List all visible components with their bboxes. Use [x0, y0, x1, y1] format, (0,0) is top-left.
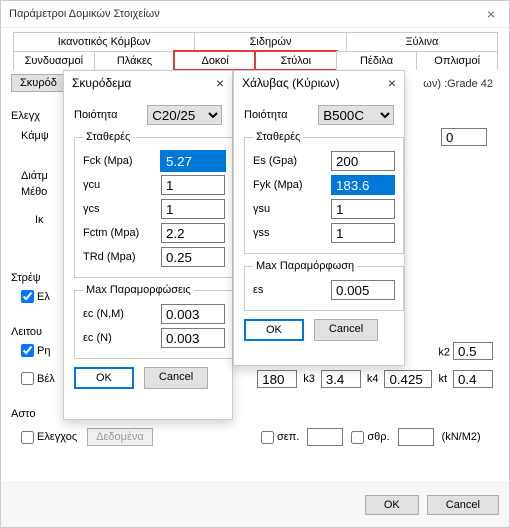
p1-fctm-label: Fctm (Mpa): [83, 227, 153, 239]
bg-elegx: Ελεγχ: [11, 110, 40, 122]
p1-ycu-label: γcu: [83, 179, 153, 191]
bg-k2-input[interactable]: [453, 342, 493, 360]
panel2-close-icon[interactable]: ×: [388, 75, 396, 91]
footer-cancel-button[interactable]: Cancel: [427, 495, 499, 515]
bg-sthr-check[interactable]: σθρ.: [351, 431, 389, 444]
panel2-title: Χάλυβας (Κύριων): [242, 76, 340, 90]
bg-k3-input[interactable]: [321, 370, 361, 388]
dialog-footer: OK Cancel: [1, 482, 509, 527]
tab-xylina[interactable]: Ξύλινα: [346, 32, 498, 51]
bg-kt-input[interactable]: [453, 370, 493, 388]
p2-constants-group: Σταθερές Es (Gpa) Fyk (Mpa) γsu γss: [244, 131, 404, 254]
p2-eps-input[interactable]: [331, 280, 395, 300]
p1-trd-input[interactable]: [161, 247, 225, 267]
bg-kt-label: kt: [438, 373, 447, 385]
p2-yss-label: γss: [253, 227, 323, 239]
tab-ikanotikos[interactable]: Ικανοτικός Κόμβων: [13, 32, 195, 51]
p1-ycs-label: γcs: [83, 203, 153, 215]
p2-es-label: Es (Gpa): [253, 155, 323, 167]
p1-ycu-input[interactable]: [161, 175, 225, 195]
tab-syndyasmoi[interactable]: Συνδυασμοί: [13, 51, 95, 70]
p2-ysu-input[interactable]: [331, 199, 395, 219]
p1-ok-button[interactable]: OK: [74, 367, 134, 389]
panel1-close-icon[interactable]: ×: [216, 75, 224, 91]
panel-xalyvas: Χάλυβας (Κύριων) × Ποιότητα B500C Σταθερ…: [233, 70, 405, 366]
content-area: Σκυρόδ ων) :Grade 42 Ελεγχ Κάμψ Διάτμ Μέ…: [1, 70, 509, 476]
bg-k4-label: k4: [367, 373, 379, 385]
p2-yss-input[interactable]: [331, 223, 395, 243]
bg-metho: Μέθο: [21, 186, 47, 198]
p2-quality-select[interactable]: B500C: [318, 105, 394, 125]
p1-quality-label: Ποιότητα: [74, 109, 139, 121]
panel-skyrodema: Σκυρόδεμα × Ποιότητα C20/25 Σταθερές Fck…: [63, 70, 233, 420]
p2-ysu-label: γsu: [253, 203, 323, 215]
bg-grade-label: ων) :Grade 42: [423, 78, 493, 90]
bg-k2-label: k2: [438, 347, 450, 359]
p1-ecnm-input[interactable]: [161, 304, 225, 324]
p1-fctm-input[interactable]: [161, 223, 225, 243]
p1-maxdef-legend: Max Παραμορφώσεις: [83, 284, 194, 296]
p2-cancel-button[interactable]: Cancel: [314, 319, 378, 341]
p1-fck-input[interactable]: [161, 151, 225, 171]
bg-dedomena-button[interactable]: Δεδομένα: [87, 428, 153, 446]
tab-styloi[interactable]: Στύλοι: [255, 51, 337, 70]
panel1-title: Σκυρόδεμα: [72, 76, 131, 90]
tab-plakes[interactable]: Πλάκες: [94, 51, 176, 70]
p1-ecn-input[interactable]: [161, 328, 225, 348]
p2-constants-legend: Σταθερές: [253, 131, 303, 143]
tab-oplismoi[interactable]: Οπλισμοί: [416, 51, 498, 70]
titlebar: Παράμετροι Δομικών Στοιχείων ×: [1, 1, 509, 28]
p2-eps-label: εs: [253, 284, 323, 296]
tab-pedila[interactable]: Πέδιλα: [336, 51, 418, 70]
tab-dokoi[interactable]: Δοκοί: [174, 51, 256, 70]
bg-stref: Στρέψ: [11, 272, 41, 284]
bg-180-input[interactable]: [257, 370, 297, 388]
bg-zero-input[interactable]: [441, 128, 487, 146]
p1-quality-select[interactable]: C20/25: [147, 105, 222, 125]
bg-diatm: Διάτμ: [21, 170, 48, 182]
footer-ok-button[interactable]: OK: [365, 495, 419, 515]
p2-ok-button[interactable]: OK: [244, 319, 304, 341]
bg-asto: Αστο: [11, 408, 35, 420]
bg-ik: Ικ: [35, 214, 44, 226]
p1-fck-label: Fck (Mpa): [83, 155, 153, 167]
bg-unit: (kN/M2): [442, 431, 481, 443]
tab-row-1: Ικανοτικός Κόμβων Σιδηρών Ξύλινα: [1, 28, 509, 51]
p2-quality-label: Ποιότητα: [244, 109, 310, 121]
p2-es-input[interactable]: [331, 151, 395, 171]
p2-maxdef-legend: Max Παραμόρφωση: [253, 260, 357, 272]
window-title: Παράμετροι Δομικών Στοιχείων: [9, 8, 160, 20]
bg-k4-input[interactable]: [384, 370, 432, 388]
tab-row-2: Συνδυασμοί Πλάκες Δοκοί Στύλοι Πέδιλα Οπ…: [1, 51, 509, 70]
tab-sidiron[interactable]: Σιδηρών: [194, 32, 346, 51]
bg-sthr-input[interactable]: [398, 428, 434, 446]
p1-constants-legend: Σταθερές: [83, 131, 133, 143]
p1-ycs-input[interactable]: [161, 199, 225, 219]
p1-maxdef-group: Max Παραμορφώσεις εc (N,M) εc (N): [74, 284, 234, 359]
p2-fyk-input[interactable]: [331, 175, 395, 195]
p2-fyk-label: Fyk (Mpa): [253, 179, 323, 191]
bg-leitou: Λειτου: [11, 326, 42, 338]
main-window: Παράμετροι Δομικών Στοιχείων × Ικανοτικό…: [0, 0, 510, 528]
p1-ecnm-label: εc (N,M): [83, 308, 153, 320]
p2-maxdef-group: Max Παραμόρφωση εs: [244, 260, 404, 311]
p1-trd-label: TRd (Mpa): [83, 251, 153, 263]
bg-sep-check[interactable]: σεπ.: [261, 431, 299, 444]
bg-elegxos-check[interactable]: Ελεγχος: [21, 431, 77, 444]
bg-sep-input[interactable]: [307, 428, 343, 446]
close-icon[interactable]: ×: [481, 6, 501, 22]
p1-cancel-button[interactable]: Cancel: [144, 367, 208, 389]
bg-k3-label: k3: [303, 373, 315, 385]
p1-ecn-label: εc (N): [83, 332, 153, 344]
p1-constants-group: Σταθερές Fck (Mpa) γcu γcs Fctm (Mpa) TR…: [74, 131, 234, 278]
bg-el-check[interactable]: Ελ: [21, 290, 50, 303]
